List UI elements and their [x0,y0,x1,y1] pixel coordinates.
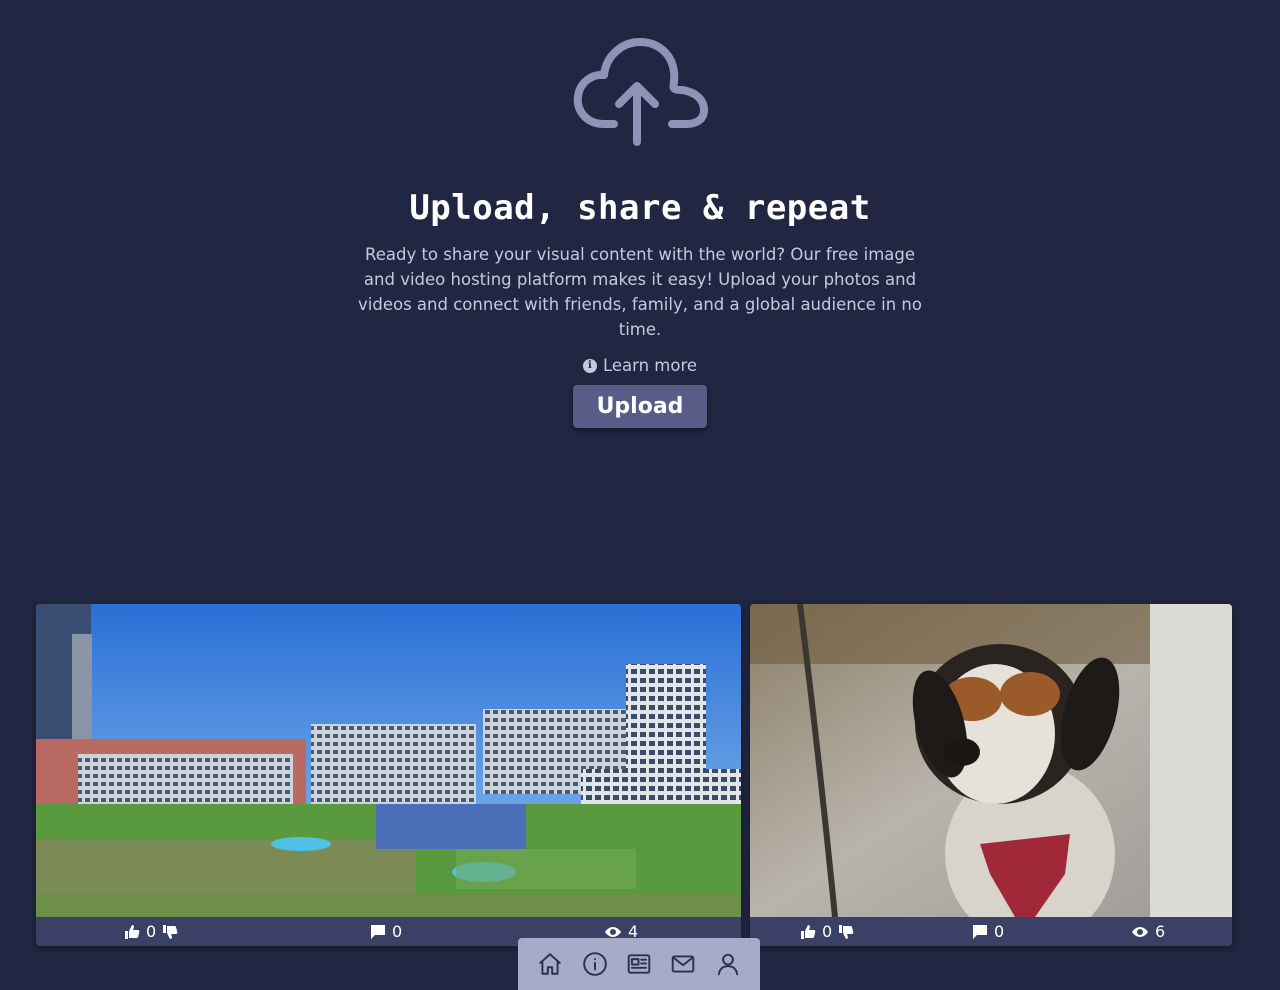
hero-title: Upload, share & repeat [409,188,871,228]
comment-count: 0 [392,922,403,941]
user-icon [717,953,738,976]
dog-photo[interactable] [750,604,1232,917]
thumbs-down-icon[interactable] [838,924,854,940]
comment-icon [371,924,385,939]
vote-group: 0 [124,917,178,946]
cloud-upload-icon [573,38,708,146]
mail-icon [672,955,695,973]
nav-news[interactable] [623,948,655,980]
card-footer: 0 0 6 [750,917,1232,946]
home-icon [539,953,561,975]
upload-button[interactable]: Upload [573,385,707,428]
nav-mail[interactable] [667,948,699,980]
thumbs-down-icon[interactable] [162,924,178,940]
like-count: 0 [146,922,157,941]
learn-more-label: Learn more [602,356,698,375]
eye-icon [1132,926,1148,937]
resort-aerial-photo[interactable] [36,604,741,917]
view-stat: 6 [1131,917,1165,946]
comment-stat[interactable]: 0 [972,917,1004,946]
bottom-nav [518,938,760,990]
view-count: 6 [1155,922,1166,941]
comment-count: 0 [994,922,1005,941]
media-card[interactable]: 0 0 6 [750,604,1232,946]
thumbs-up-icon[interactable] [124,924,140,940]
nav-home[interactable] [534,948,566,980]
media-card[interactable]: 0 0 4 [36,604,741,946]
news-icon [627,954,651,974]
learn-more-link[interactable]: i Learn more [582,356,698,375]
hero-section: Upload, share & repeat Ready to share yo… [0,0,1280,428]
comment-stat[interactable]: 0 [370,917,402,946]
info-icon: i [582,358,597,373]
vote-group: 0 [800,917,854,946]
info-icon [582,952,607,976]
comment-icon [973,924,987,939]
nav-profile[interactable] [712,948,744,980]
like-count: 0 [822,922,833,941]
thumbs-up-icon[interactable] [800,924,816,940]
hero-description: Ready to share your visual content with … [358,245,922,339]
nav-info[interactable] [579,948,611,980]
